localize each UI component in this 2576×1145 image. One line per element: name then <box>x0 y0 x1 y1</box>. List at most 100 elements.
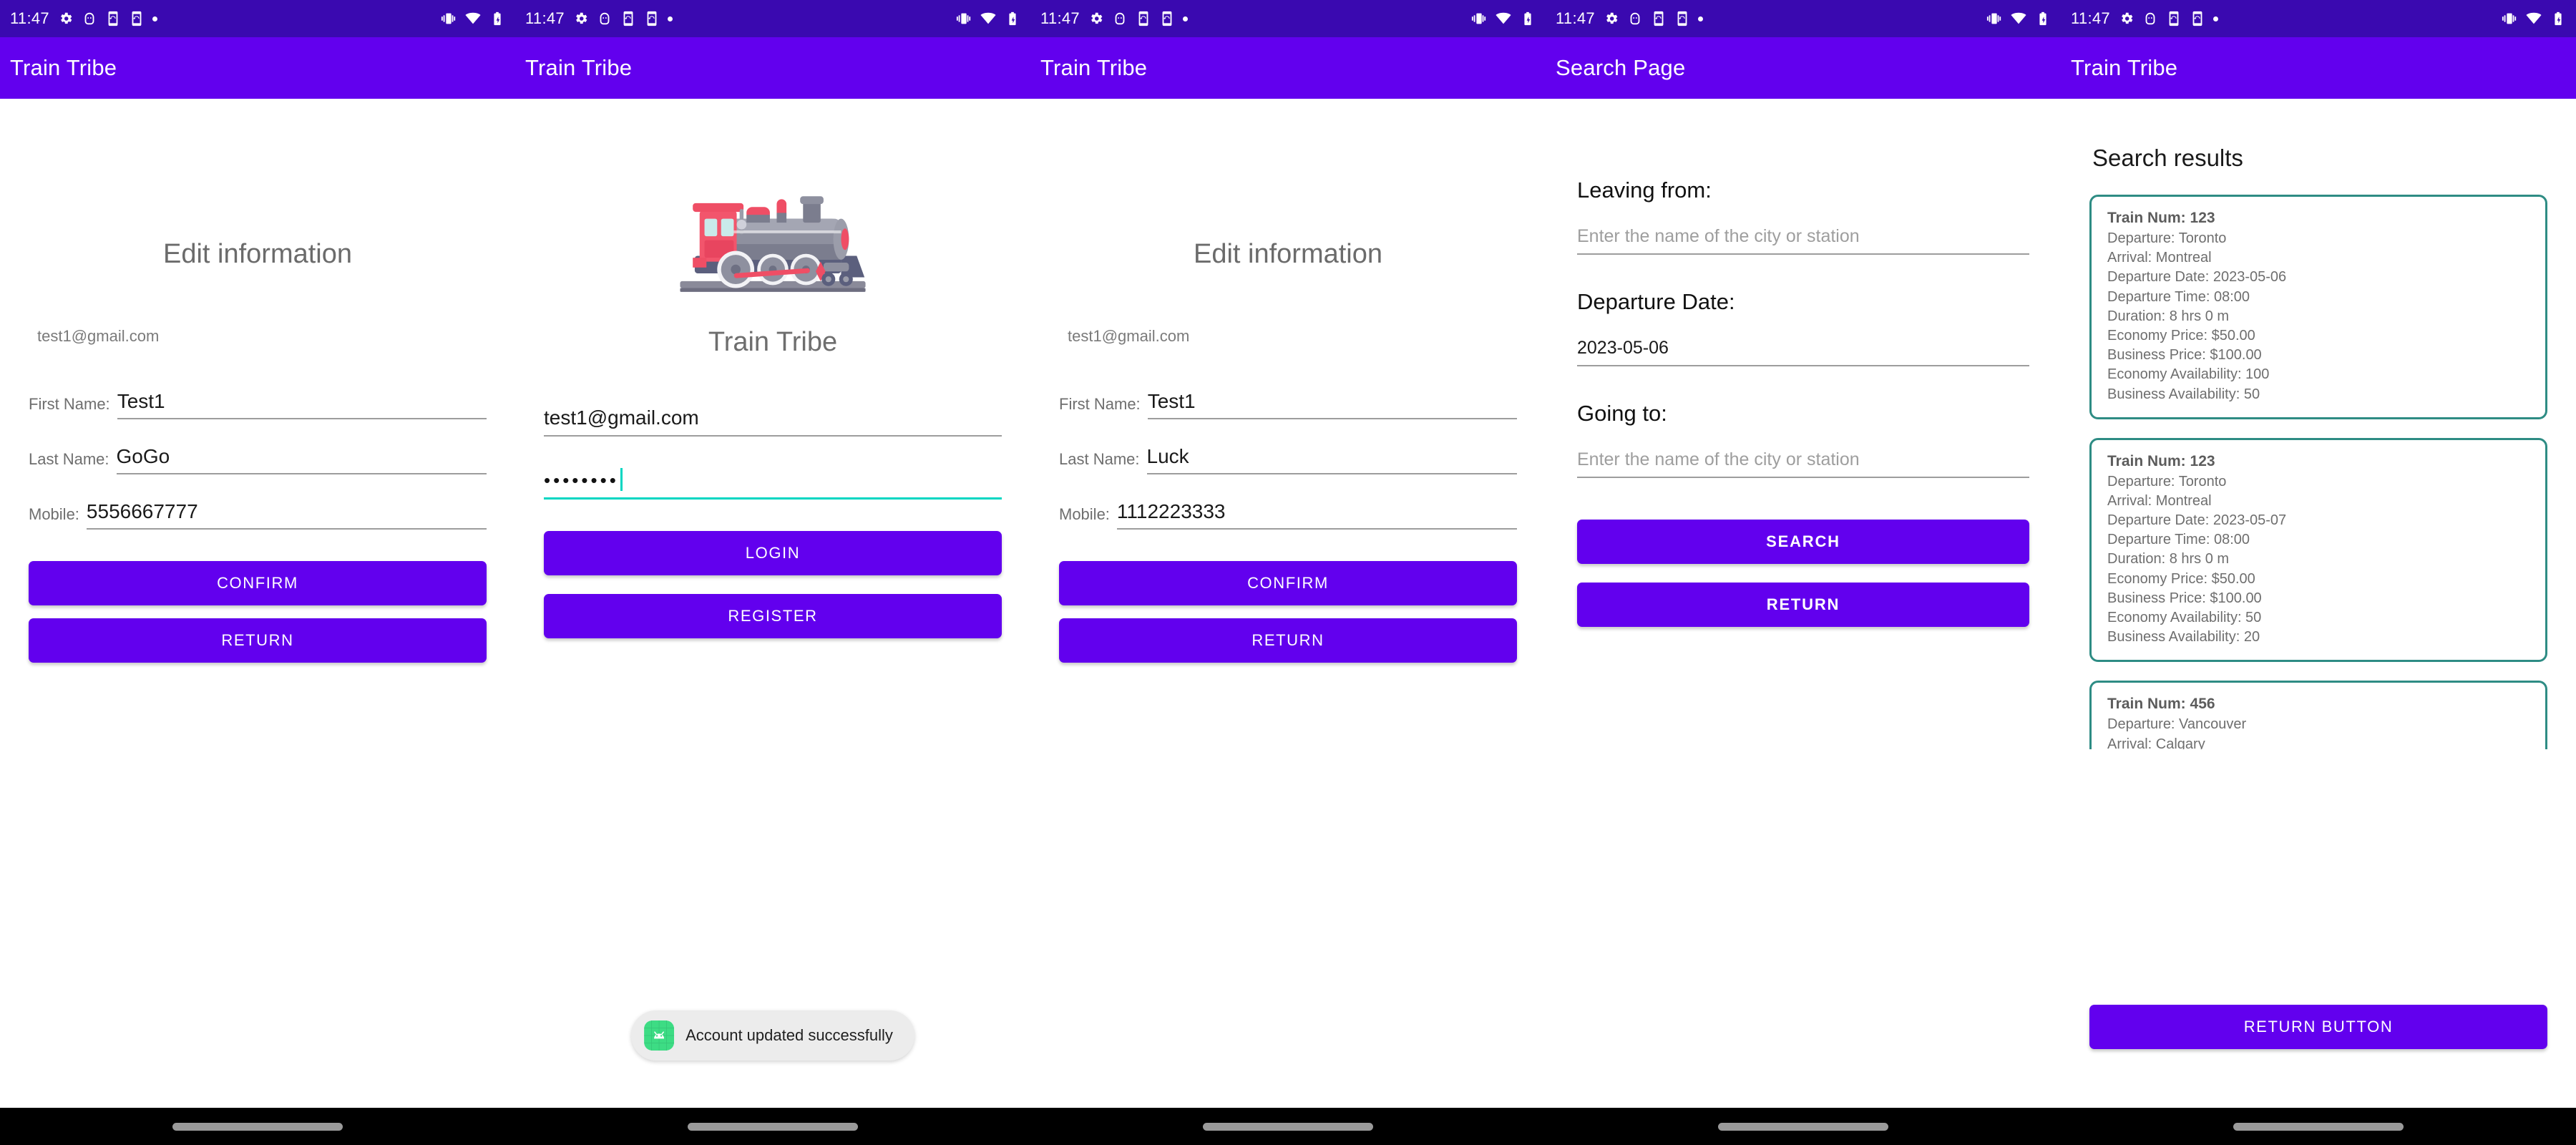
app-bar: Search Page <box>1546 37 2061 99</box>
battery-charging-icon <box>1524 11 1531 26</box>
battery-charging-icon <box>494 11 501 26</box>
dot-icon <box>1182 16 1188 21</box>
page-title: Edit information <box>162 239 352 269</box>
status-bar: 11:47 <box>2061 0 2576 37</box>
arrival-city: Arrival: Montreal <box>2107 250 2212 266</box>
going-to-input[interactable]: Enter the name of the city or station <box>1577 449 2029 478</box>
vibrate-icon <box>1986 13 2001 24</box>
departure-date-value: 2023-05-06 <box>1577 338 1669 358</box>
return-button[interactable]: RETURN <box>1059 618 1517 663</box>
status-bar-left-icons <box>1604 11 1703 26</box>
confirm-button[interactable]: CONFIRM <box>29 561 487 605</box>
departure-city: Departure: Toronto <box>2107 473 2227 489</box>
status-bar: 11:47 <box>1030 0 1546 37</box>
status-bar: 11:47 <box>0 0 515 37</box>
first-name-input[interactable]: Test1 <box>117 390 487 419</box>
search-form: Leaving from: Enter the name of the city… <box>1546 177 2061 627</box>
status-bar-right-icons <box>2502 11 2566 26</box>
toast-message: Account updated successfully <box>686 1026 893 1044</box>
text-caret <box>620 468 623 491</box>
last-name-row: Last Name: GoGo <box>29 445 487 474</box>
system-navigation-bar <box>1030 1108 1546 1145</box>
first-name-label: First Name: <box>1059 395 1141 413</box>
app-bar-title: Train Tribe <box>525 55 633 80</box>
app-bar: Train Tribe <box>0 37 515 99</box>
phone-sync-icon <box>2169 11 2179 26</box>
gear-icon <box>2122 12 2133 24</box>
password-input[interactable]: •••••••• <box>544 468 1002 500</box>
screen-content: Leaving from: Enter the name of the city… <box>1546 99 2061 1108</box>
login-actions: LOGIN REGISTER <box>515 531 1030 638</box>
first-name-input[interactable]: Test1 <box>1147 390 1517 419</box>
mobile-input[interactable]: 1112223333 <box>1116 500 1517 530</box>
results-list: Train Num: 123 Departure: Toronto Arriva… <box>2061 195 2576 750</box>
vibrate-icon <box>956 13 971 24</box>
train-result-card[interactable]: Train Num: 123 Departure: Toronto Arriva… <box>2089 437 2547 663</box>
login-form: test1@gmail.com •••••••• <box>515 406 1030 500</box>
leaving-from-input[interactable]: Enter the name of the city or station <box>1577 226 2029 255</box>
phone-sync-icon <box>647 11 657 26</box>
return-button[interactable]: RETURN BUTTON <box>2089 1005 2547 1049</box>
departure-time: Departure Time: 08:00 <box>2107 532 2250 548</box>
status-bar-clock: 11:47 <box>525 9 565 27</box>
status-bar-clock: 11:47 <box>1556 9 1595 27</box>
train-result-card[interactable]: Train Num: 123 Departure: Toronto Arriva… <box>2089 195 2547 419</box>
train-result-card[interactable]: Train Num: 456 Departure: Vancouver Arri… <box>2089 681 2547 750</box>
train-number: Train Num: 456 <box>2107 696 2215 713</box>
wifi-icon <box>2011 12 2026 24</box>
status-bar-right-icons <box>1986 11 2051 26</box>
departure-time: Departure Time: 08:00 <box>2107 288 2250 305</box>
departure-date-input[interactable]: 2023-05-06 <box>1577 338 2029 366</box>
gesture-pill[interactable] <box>1203 1122 1373 1131</box>
gesture-pill[interactable] <box>2233 1122 2404 1131</box>
edit-form: First Name: Test1 Last Name: Luck Mobile… <box>1030 390 1546 530</box>
login-button[interactable]: LOGIN <box>544 531 1002 575</box>
confirm-button[interactable]: CONFIRM <box>1059 561 1517 605</box>
mobile-input[interactable]: 5556667777 <box>86 500 487 530</box>
gesture-pill[interactable] <box>1718 1122 1888 1131</box>
battery-charging-icon <box>2039 11 2046 26</box>
last-name-row: Last Name: Luck <box>1059 445 1517 474</box>
return-button[interactable]: RETURN <box>29 618 487 663</box>
arrival-city: Arrival: Calgary <box>2107 736 2205 750</box>
duration: Duration: 8 hrs 0 m <box>2107 551 2230 567</box>
account-email: test1@gmail.com <box>1068 327 1190 345</box>
status-bar-clock: 11:47 <box>2071 9 2110 27</box>
departure-city: Departure: Vancouver <box>2107 716 2247 733</box>
arrival-city: Arrival: Montreal <box>2107 492 2212 509</box>
wifi-icon <box>465 12 481 24</box>
departure-date-label: Departure Date: <box>1577 289 1735 314</box>
password-mask: •••••••• <box>544 469 619 491</box>
last-name-input[interactable]: Luck <box>1146 445 1517 474</box>
status-bar-left-icons <box>573 11 673 26</box>
screen-edit-information-2: 11:47 Train Tribe Edit information test1… <box>1030 0 1546 1145</box>
phone-sync-icon <box>1138 11 1148 26</box>
steam-locomotive-icon <box>680 196 866 292</box>
app-bar: Train Tribe <box>1030 37 1546 99</box>
mobile-row: Mobile: 1112223333 <box>1059 500 1517 530</box>
page-title: Edit information <box>1193 239 1382 269</box>
last-name-input[interactable]: GoGo <box>116 445 487 474</box>
dot-icon <box>152 16 157 21</box>
search-button[interactable]: SEARCH <box>1577 520 2029 564</box>
face-debug-icon <box>1115 12 1125 25</box>
gear-icon <box>61 12 72 24</box>
economy-price: Economy Price: $50.00 <box>2107 570 2255 587</box>
edit-actions: CONFIRM RETURN <box>0 561 515 663</box>
screen-content: Edit information test1@gmail.com First N… <box>0 99 515 1108</box>
gesture-pill[interactable] <box>172 1122 343 1131</box>
last-name-label: Last Name: <box>1059 450 1140 468</box>
phone-sync-icon <box>132 11 142 26</box>
register-button[interactable]: REGISTER <box>544 594 1002 638</box>
email-input[interactable]: test1@gmail.com <box>544 406 1002 437</box>
business-availability: Business Availability: 20 <box>2107 629 2260 645</box>
brand-name: Train Tribe <box>708 327 838 357</box>
leaving-from-placeholder: Enter the name of the city or station <box>1577 226 1860 246</box>
screen-login: 11:47 Train Tribe Train Tribe test1@gmai… <box>515 0 1030 1145</box>
screen-search-page: 11:47 Search Page Leaving from: Enter th <box>1546 0 2061 1145</box>
gesture-pill[interactable] <box>688 1122 858 1131</box>
mobile-row: Mobile: 5556667777 <box>29 500 487 530</box>
screen-content: Edit information test1@gmail.com First N… <box>1030 99 1546 1108</box>
return-button[interactable]: RETURN <box>1577 583 2029 627</box>
face-debug-icon <box>1630 12 1640 25</box>
